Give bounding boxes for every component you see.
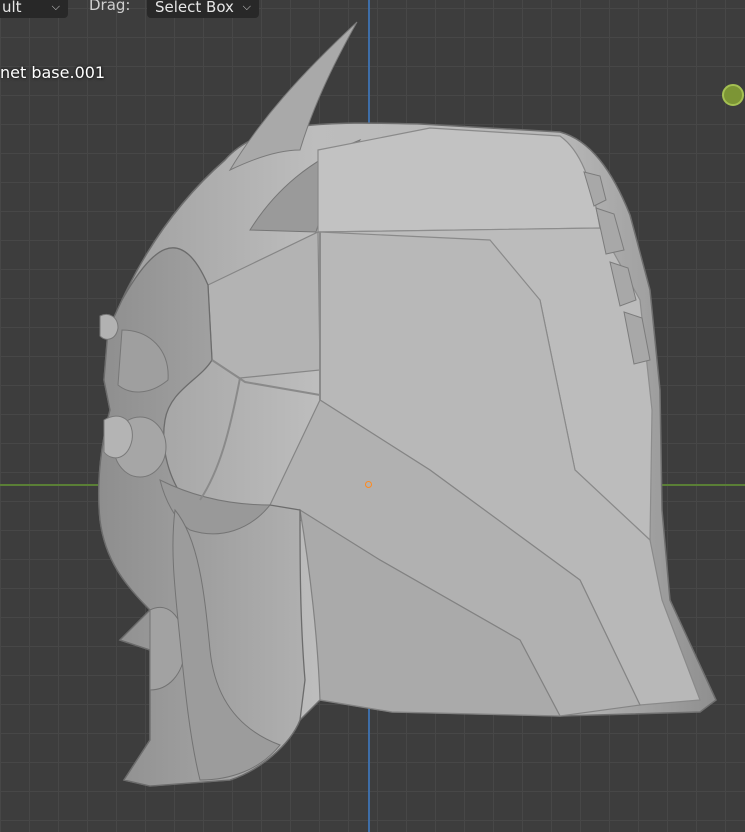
mode-dropdown[interactable]: ult ⌵ [0, 0, 68, 18]
3d-viewport[interactable]: net base.001 ult ⌵ Drag: Select Box ⌵ [0, 0, 745, 832]
chevron-down-icon: ⌵ [242, 0, 251, 13]
object-origin-marker [365, 481, 372, 488]
navigation-gizmo-axis-ball[interactable] [722, 84, 744, 106]
drag-dropdown-value: Select Box [155, 0, 234, 16]
active-object-name: net base.001 [0, 63, 106, 82]
helmet-mesh[interactable] [0, 0, 745, 832]
drag-select-dropdown[interactable]: Select Box ⌵ [147, 0, 259, 18]
chevron-down-icon: ⌵ [51, 0, 60, 13]
drag-label: Drag: [89, 0, 131, 14]
mode-dropdown-value: ult [2, 0, 22, 16]
